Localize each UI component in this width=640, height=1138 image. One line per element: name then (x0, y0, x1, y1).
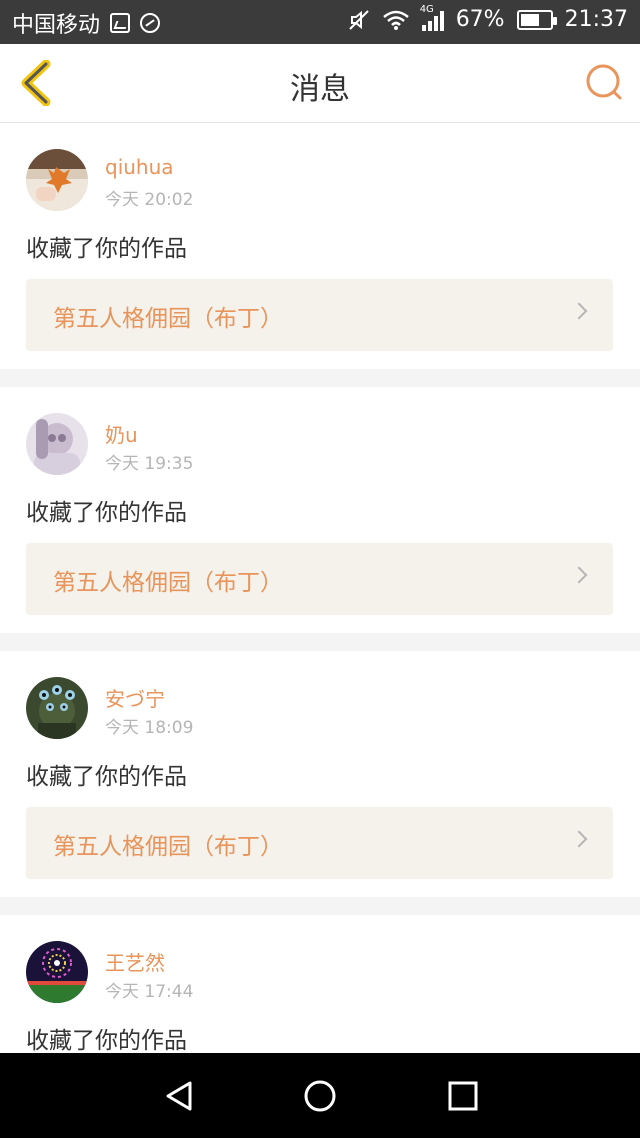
system-nav-bar (0, 1053, 640, 1138)
girl-avatar[interactable] (26, 413, 88, 475)
work-link[interactable]: 第五人格佣园（布丁） (26, 543, 613, 615)
back-triangle-icon[interactable] (162, 1079, 196, 1113)
gallery-icon (110, 13, 131, 33)
message-list[interactable]: qiuhua 今天 20:02 收藏了你的作品 第五人格佣园（布丁） 奶u 今天… (0, 123, 640, 1053)
fireworks-avatar[interactable] (26, 941, 88, 1003)
chevron-right-icon (570, 566, 588, 584)
page-title: 消息 (290, 72, 350, 107)
work-title: 第五人格佣园（布丁） (53, 570, 283, 596)
chevron-right-icon (570, 302, 588, 320)
home-circle-icon[interactable] (303, 1079, 337, 1113)
signal-icon: 4G (420, 4, 444, 31)
work-title: 第五人格佣园（布丁） (53, 306, 283, 332)
battery-percent: 67% (455, 7, 505, 32)
user-name[interactable]: qiuhua (105, 155, 174, 179)
message-card: 奶u 今天 19:35 收藏了你的作品 第五人格佣园（布丁） (0, 387, 640, 633)
carrier-label: 中国移动 (12, 13, 101, 38)
chevron-right-icon (570, 830, 588, 848)
search-icon[interactable] (584, 62, 624, 102)
sync-icon (140, 13, 161, 33)
battery-icon (516, 9, 557, 30)
network-type-label: 4G (419, 3, 434, 15)
message-card: 安づ宁 今天 18:09 收藏了你的作品 第五人格佣园（布丁） (0, 651, 640, 897)
clock: 21:37 (564, 7, 628, 32)
work-title: 第五人格佣园（布丁） (53, 834, 283, 860)
maple-leaf-avatar[interactable] (26, 149, 88, 211)
wifi-icon (382, 10, 409, 30)
message-text: 收藏了你的作品 (26, 764, 187, 790)
message-card: 王艺然 今天 17:44 收藏了你的作品 (0, 915, 640, 1053)
user-name[interactable]: 奶u (105, 419, 138, 448)
message-time: 今天 20:02 (105, 190, 194, 210)
status-bar: 中国移动 4G 67% 21:37 (0, 0, 640, 44)
status-left: 中国移动 (12, 7, 161, 39)
work-link[interactable]: 第五人格佣园（布丁） (26, 807, 613, 879)
multi-eye-avatar[interactable] (26, 677, 88, 739)
user-name[interactable]: 安づ宁 (105, 683, 165, 712)
message-time: 今天 18:09 (105, 718, 194, 738)
user-name[interactable]: 王艺然 (105, 947, 165, 976)
work-link[interactable]: 第五人格佣园（布丁） (26, 279, 613, 351)
message-card: qiuhua 今天 20:02 收藏了你的作品 第五人格佣园（布丁） (0, 123, 640, 369)
mute-icon (348, 9, 369, 30)
message-text: 收藏了你的作品 (26, 1028, 187, 1053)
message-text: 收藏了你的作品 (26, 236, 187, 262)
status-right: 4G 67% 21:37 (348, 4, 628, 32)
message-time: 今天 19:35 (105, 454, 194, 474)
message-text: 收藏了你的作品 (26, 500, 187, 526)
message-time: 今天 17:44 (105, 982, 194, 1002)
recents-square-icon[interactable] (446, 1079, 480, 1113)
header-bar: 消息 (0, 44, 640, 123)
